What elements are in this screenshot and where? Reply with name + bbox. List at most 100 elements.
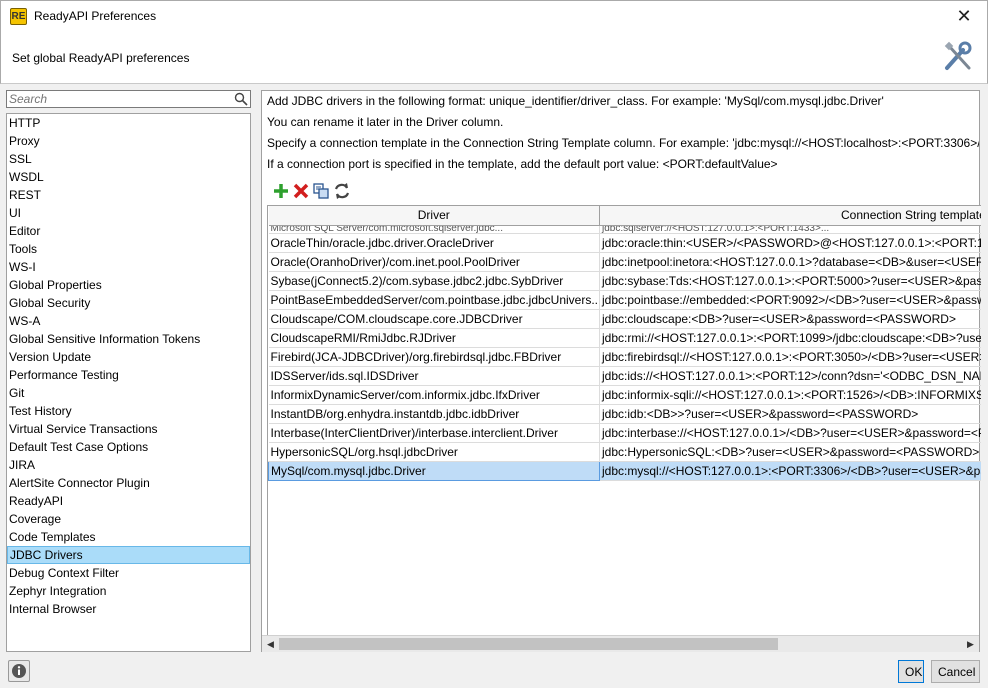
sidebar-item[interactable]: WSDL	[7, 168, 250, 186]
driver-cell[interactable]: CloudscapeRMI/RmiJdbc.RJDriver	[268, 328, 600, 348]
info-button[interactable]	[8, 660, 30, 682]
connection-cell[interactable]: jdbc:idb:<DB>>?user=<USER>&password=<PAS…	[599, 404, 981, 424]
ok-button[interactable]: OK	[898, 660, 924, 683]
sidebar-item[interactable]: Git	[7, 384, 250, 402]
driver-cell[interactable]: MySql/com.mysql.jdbc.Driver	[268, 460, 600, 481]
sidebar-item[interactable]: UI	[7, 204, 250, 222]
sidebar-item[interactable]: Performance Testing	[7, 366, 250, 384]
sidebar-item[interactable]: Version Update	[7, 348, 250, 366]
dialog-header: Set global ReadyAPI preferences	[0, 31, 988, 84]
sidebar-item[interactable]: Coverage	[7, 510, 250, 528]
table-row[interactable]: Firebird(JCA-JDBCDriver)/org.firebirdsql…	[268, 347, 981, 367]
driver-cell[interactable]: Sybase(jConnect5.2)/com.sybase.jdbc2.jdb…	[268, 271, 600, 291]
connection-cell[interactable]: jdbc:mysql://<HOST:127.0.0.1>:<PORT:3306…	[599, 461, 981, 481]
title-bar: RE ReadyAPI Preferences ✕	[0, 0, 988, 31]
table-row-partial[interactable]: Microsoft SQL Server/com.microsoft.sqlse…	[268, 225, 981, 234]
sidebar-item[interactable]: Global Sensitive Information Tokens	[7, 330, 250, 348]
sidebar-item[interactable]: Internal Browser	[7, 600, 250, 618]
table-row[interactable]: OracleThin/oracle.jdbc.driver.OracleDriv…	[268, 233, 981, 253]
sidebar-item[interactable]: Default Test Case Options	[7, 438, 250, 456]
table-row[interactable]: Interbase(InterClientDriver)/interbase.i…	[268, 423, 981, 443]
connection-cell[interactable]: jdbc:pointbase://embedded:<PORT:9092>/<D…	[599, 290, 981, 310]
sidebar-item[interactable]: JIRA	[7, 456, 250, 474]
search-input[interactable]	[9, 91, 229, 107]
sidebar-item[interactable]: HTTP	[7, 114, 250, 132]
sidebar-item[interactable]: REST	[7, 186, 250, 204]
connection-cell[interactable]: jdbc:HypersonicSQL:<DB>?user=<USER>&pass…	[599, 442, 981, 462]
connection-cell[interactable]: jdbc:interbase://<HOST:127.0.0.1>/<DB>?u…	[599, 423, 981, 443]
sidebar-item[interactable]: ReadyAPI	[7, 492, 250, 510]
sidebar-item[interactable]: Global Security	[7, 294, 250, 312]
table-row[interactable]: IDSServer/ids.sql.IDSDriver jdbc:ids://<H…	[268, 366, 981, 386]
table-row[interactable]: InformixDynamicServer/com.informix.jdbc.…	[268, 385, 981, 405]
driver-cell[interactable]: InstantDB/org.enhydra.instantdb.jdbc.idb…	[268, 404, 600, 424]
driver-cell[interactable]: IDSServer/ids.sql.IDSDriver	[268, 366, 600, 386]
instruction-line: Specify a connection template in the Con…	[267, 136, 979, 150]
driver-cell[interactable]: OracleThin/oracle.jdbc.driver.OracleDriv…	[268, 233, 600, 253]
instruction-line: You can rename it later in the Driver co…	[267, 115, 504, 129]
copy-icon[interactable]	[312, 182, 330, 200]
driver-cell[interactable]: Interbase(InterClientDriver)/interbase.i…	[268, 423, 600, 443]
search-icon[interactable]	[234, 92, 248, 106]
driver-cell[interactable]: PointBaseEmbeddedServer/com.pointbase.jd…	[268, 290, 600, 310]
connection-cell[interactable]: jdbc:informix-sqli://<HOST:127.0.0.1>:<P…	[599, 385, 981, 405]
driver-cell[interactable]: HypersonicSQL/org.hsql.jdbcDriver	[268, 442, 600, 462]
table-row[interactable]: Sybase(jConnect5.2)/com.sybase.jdbc2.jdb…	[268, 271, 981, 291]
table-row[interactable]: CloudscapeRMI/RmiJdbc.RJDriver jdbc:rmi:/…	[268, 328, 981, 348]
instruction-line: Add JDBC drivers in the following format…	[267, 94, 884, 108]
sidebar-item[interactable]: Tools	[7, 240, 250, 258]
sidebar-item[interactable]: AlertSite Connector Plugin	[7, 474, 250, 492]
scroll-right-button[interactable]: ▶	[962, 636, 979, 653]
sidebar-item[interactable]: WS-I	[7, 258, 250, 276]
jdbc-drivers-panel: Add JDBC drivers in the following format…	[261, 90, 981, 652]
cancel-button[interactable]: Cancel	[931, 660, 980, 683]
table-row[interactable]: Cloudscape/COM.cloudscape.core.JDBCDrive…	[268, 309, 981, 329]
readyapi-app-icon: RE	[10, 8, 27, 25]
horizontal-scrollbar[interactable]: ◀ ▶	[262, 635, 979, 652]
preferences-nav-list: HTTP Proxy SSL WSDL REST UI Editor Tools WS-I Glo…	[6, 113, 251, 652]
driver-cell[interactable]: Oracle(OranhoDriver)/com.inet.pool.PoolD…	[268, 252, 600, 272]
table-row[interactable]: Oracle(OranhoDriver)/com.inet.pool.PoolD…	[268, 252, 981, 272]
connection-cell[interactable]: jdbc:sybase:Tds:<HOST:127.0.0.1>:<PORT:5…	[599, 271, 981, 291]
sidebar-item[interactable]: Debug Context Filter	[7, 564, 250, 582]
connection-cell[interactable]: jdbc:rmi://<HOST:127.0.0.1>:<PORT:1099>/…	[599, 328, 981, 348]
driver-cell[interactable]: Firebird(JCA-JDBCDriver)/org.firebirdsql…	[268, 347, 600, 367]
connection-cell[interactable]: jdbc:sqlserver://<HOST:127.0.0.1>:<PORT:…	[599, 225, 981, 234]
connection-cell[interactable]: jdbc:ids://<HOST:127.0.0.1>:<PORT:12>/co…	[599, 366, 981, 386]
driver-cell[interactable]: Microsoft SQL Server/com.microsoft.sqlse…	[268, 225, 600, 234]
scroll-left-button[interactable]: ◀	[262, 636, 279, 653]
table-row[interactable]: MySql/com.mysql.jdbc.Driver jdbc:mysql://…	[268, 460, 981, 481]
driver-cell[interactable]: InformixDynamicServer/com.informix.jdbc.…	[268, 385, 600, 405]
sidebar-item[interactable]: Global Properties	[7, 276, 250, 294]
table-row[interactable]: InstantDB/org.enhydra.instantdb.jdbc.idb…	[268, 404, 981, 424]
add-icon[interactable]	[272, 182, 290, 200]
table-row[interactable]: HypersonicSQL/org.hsql.jdbcDriver jdbc:Hy…	[268, 442, 981, 462]
window-title: ReadyAPI Preferences	[34, 9, 157, 23]
column-header-driver[interactable]: Driver	[268, 206, 600, 226]
connection-cell[interactable]: jdbc:inetpool:inetora:<HOST:127.0.0.1>?d…	[599, 252, 981, 272]
connection-cell[interactable]: jdbc:oracle:thin:<USER>/<PASSWORD>@<HOST…	[599, 233, 981, 253]
table-header-row: Driver Connection String template	[268, 206, 981, 226]
connection-cell[interactable]: jdbc:cloudscape:<DB>?user=<USER>&passwor…	[599, 309, 981, 329]
search-box	[6, 90, 251, 108]
refresh-icon[interactable]	[333, 182, 351, 200]
drivers-table-viewport: Driver Connection String template Micros…	[267, 205, 981, 635]
sidebar-item[interactable]: SSL	[7, 150, 250, 168]
sidebar-item[interactable]: JDBC Drivers	[7, 546, 250, 564]
table-row[interactable]: PointBaseEmbeddedServer/com.pointbase.jd…	[268, 290, 981, 310]
sidebar-item[interactable]: Zephyr Integration	[7, 582, 250, 600]
sidebar-item[interactable]: Editor	[7, 222, 250, 240]
sidebar-item[interactable]: Virtual Service Transactions	[7, 420, 250, 438]
driver-cell[interactable]: Cloudscape/COM.cloudscape.core.JDBCDrive…	[268, 309, 600, 329]
preferences-sidebar: HTTPProxySSLWSDLRESTUIEditorToolsWS-IGlo…	[6, 90, 251, 652]
sidebar-item[interactable]: Test History	[7, 402, 250, 420]
sidebar-item[interactable]: Proxy	[7, 132, 250, 150]
sidebar-item[interactable]: Code Templates	[7, 528, 250, 546]
column-header-connection[interactable]: Connection String template	[599, 206, 981, 226]
close-icon: ✕	[956, 6, 972, 26]
scroll-thumb[interactable]	[279, 638, 778, 650]
sidebar-item[interactable]: WS-A	[7, 312, 250, 330]
remove-icon[interactable]	[292, 182, 310, 200]
close-button[interactable]: ✕	[941, 1, 987, 32]
connection-cell[interactable]: jdbc:firebirdsql://<HOST:127.0.0.1>:<POR…	[599, 347, 981, 367]
